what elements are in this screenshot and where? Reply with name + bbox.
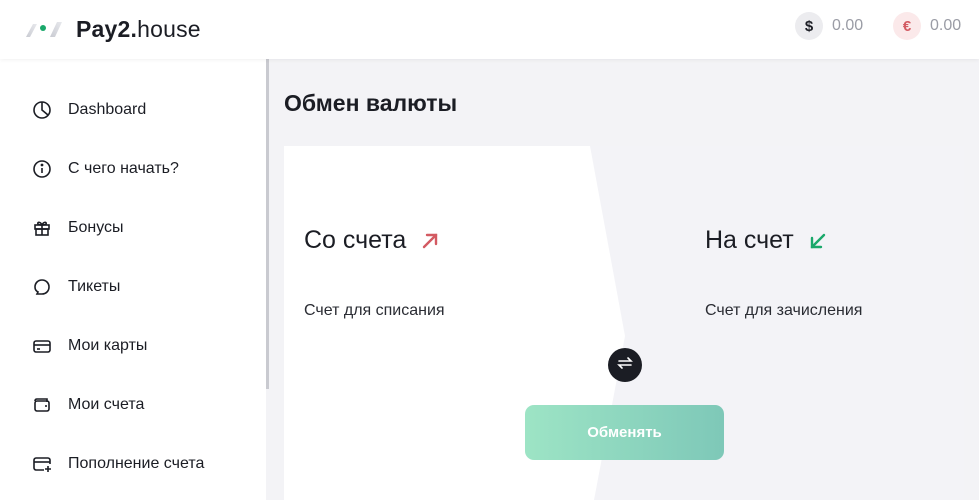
- sidebar-item-label: Бонусы: [68, 219, 124, 236]
- sidebar-item-tickets[interactable]: Тикеты: [0, 265, 266, 309]
- sidebar-item-top-up[interactable]: Пополнение счета: [0, 442, 266, 486]
- card-add-icon: [31, 453, 53, 475]
- wallet-icon: [31, 394, 53, 416]
- sidebar-item-my-cards[interactable]: Мои карты: [0, 324, 266, 368]
- gift-icon: [31, 217, 53, 239]
- pay2house-logo[interactable]: Pay2.house: [24, 14, 201, 44]
- arrow-down-left-icon: [808, 231, 828, 251]
- exchange-card: Со счета Счет для списания На счет Счет …: [284, 146, 964, 500]
- credit-card-icon: [31, 335, 53, 357]
- sidebar-item-label: Dashboard: [68, 101, 147, 118]
- logo-text: Pay2.house: [76, 15, 201, 42]
- info-circle-icon: [31, 158, 53, 180]
- sidebar-item-label: Мои карты: [68, 337, 148, 354]
- sidebar-scrollbar[interactable]: [266, 59, 269, 389]
- balance-usd[interactable]: $ 0.00: [795, 11, 863, 41]
- logo-mark-icon: [24, 14, 68, 44]
- from-account-title: Со счета: [304, 226, 440, 255]
- sidebar-item-dashboard[interactable]: Dashboard: [0, 88, 266, 132]
- exchange-submit-button[interactable]: Обменять: [525, 405, 724, 460]
- swap-arrows-icon: [616, 354, 634, 377]
- chat-bubble-icon: [31, 276, 53, 298]
- euro-icon: €: [893, 12, 921, 40]
- sidebar-item-label: С чего начать?: [68, 160, 179, 177]
- swap-accounts-button[interactable]: [608, 348, 642, 382]
- arrow-up-right-icon: [420, 231, 440, 251]
- balance-eur-amount: 0.00: [930, 17, 962, 34]
- to-account-title: На счет: [705, 226, 828, 255]
- balance-eur[interactable]: € 0.00: [893, 11, 961, 41]
- from-account-subtitle: Счет для списания: [304, 302, 445, 319]
- sidebar-item-label: Тикеты: [68, 278, 121, 295]
- sidebar-item-getting-started[interactable]: С чего начать?: [0, 147, 266, 191]
- balance-usd-amount: 0.00: [832, 17, 864, 34]
- to-account-subtitle: Счет для зачисления: [705, 302, 863, 319]
- sidebar-item-my-accounts[interactable]: Мои счета: [0, 383, 266, 427]
- sidebar: Dashboard С чего начать? Бонусы Тикеты М…: [0, 59, 266, 500]
- pie-chart-icon: [31, 99, 53, 121]
- page-title: Обмен валюты: [284, 90, 458, 116]
- dollar-icon: $: [795, 12, 823, 40]
- sidebar-item-label: Пополнение счета: [68, 455, 205, 472]
- top-header: Pay2.house $ 0.00 € 0.00: [0, 0, 979, 59]
- sidebar-item-bonuses[interactable]: Бонусы: [0, 206, 266, 250]
- sidebar-item-label: Мои счета: [68, 396, 145, 413]
